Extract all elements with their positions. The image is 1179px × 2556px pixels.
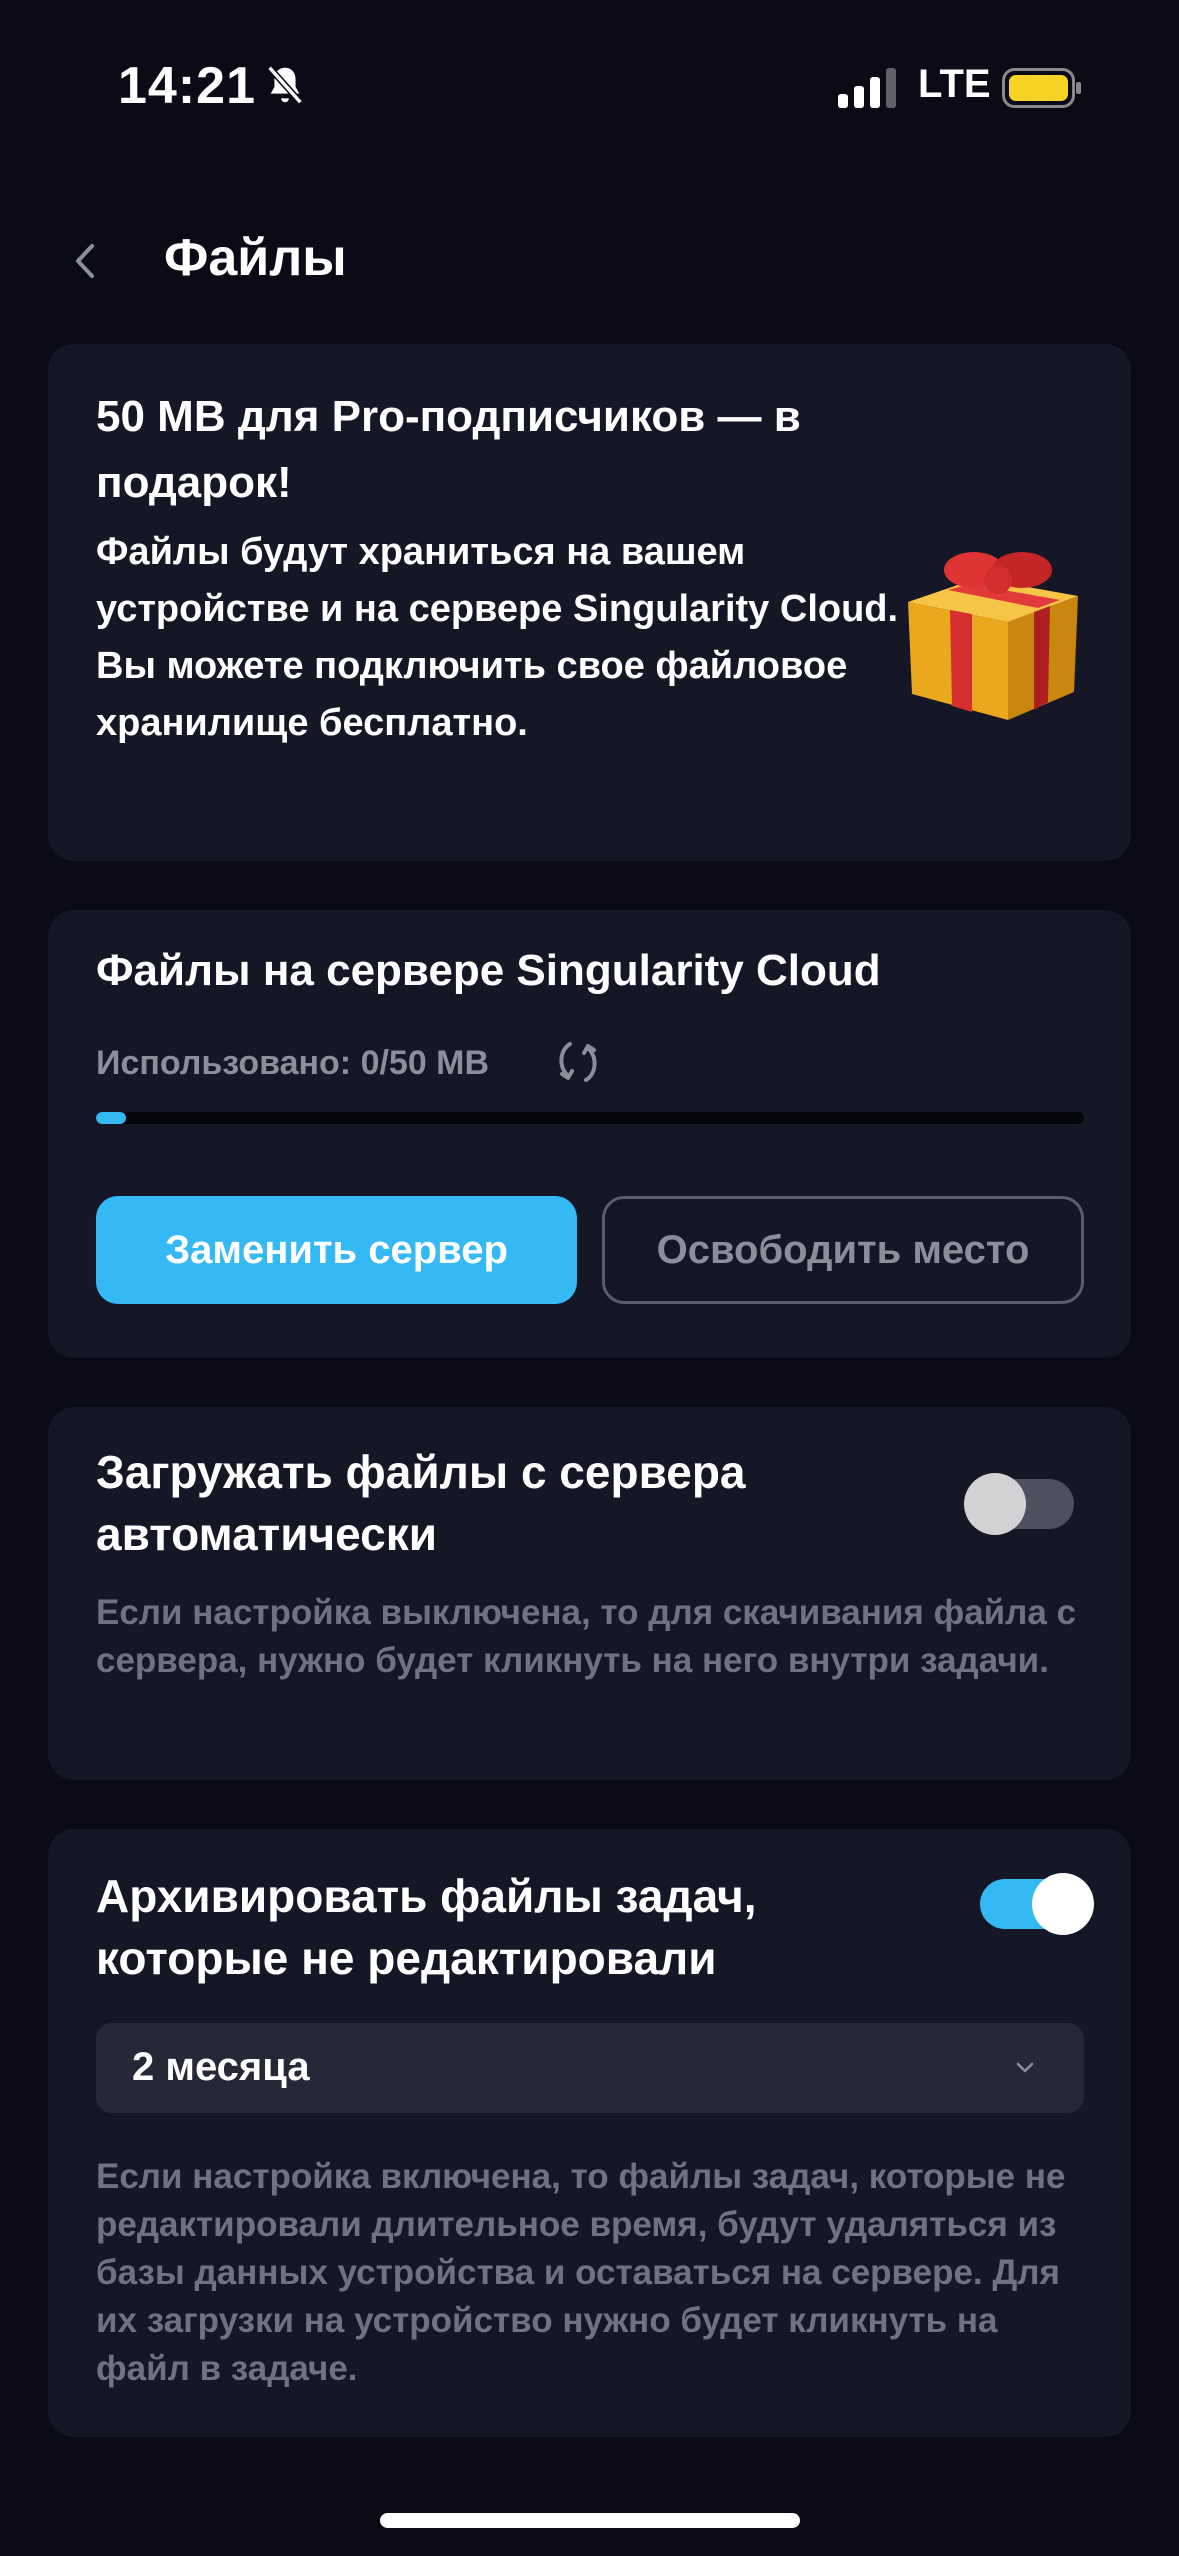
- promo-card: 50 MB для Pro-подписчиков — в подарок! Ф…: [48, 344, 1131, 861]
- chevron-down-icon: [1016, 2062, 1034, 2073]
- status-time: 14:21: [118, 57, 256, 115]
- promo-body-line1: Файлы будут храниться на вашем устройств…: [96, 531, 899, 630]
- usage-label: Использовано: 0/50 MB: [96, 1044, 490, 1082]
- storage-card: Файлы на сервере Singularity Cloud Испол…: [48, 910, 1131, 1358]
- page-title: Файлы: [164, 229, 347, 287]
- promo-heading: 50 MB для Pro-подписчиков — в подарок!: [96, 392, 801, 507]
- archive-period-value: 2 месяца: [132, 2045, 310, 2089]
- archive-heading: Архивировать файлы задач, которые не ред…: [96, 1870, 757, 1984]
- archive-description: Если настройка включена, то файлы задач,…: [96, 2157, 1066, 2388]
- promo-body: Файлы будут храниться на вашем устройств…: [96, 524, 916, 752]
- toggle-knob: [964, 1473, 1026, 1535]
- bell-muted-icon: [267, 65, 303, 105]
- sync-icon[interactable]: [552, 1036, 604, 1088]
- gift-icon: [908, 552, 1078, 720]
- replace-server-button[interactable]: Заменить сервер: [96, 1196, 577, 1304]
- chevron-left-icon[interactable]: [66, 236, 106, 286]
- usage-progress-bar: [96, 1112, 1084, 1124]
- auto-download-description: Если настройка выключена, то для скачива…: [96, 1593, 1077, 1680]
- auto-download-card: Загружать файлы с сервера автоматически …: [48, 1407, 1131, 1780]
- usage-progress-fill: [96, 1112, 126, 1124]
- home-indicator[interactable]: [380, 2513, 800, 2528]
- battery-icon: [1002, 68, 1081, 108]
- auto-download-toggle[interactable]: [964, 1473, 1074, 1535]
- status-bar: 14:21 LTE: [0, 0, 1179, 170]
- storage-heading: Файлы на сервере Singularity Cloud: [96, 946, 881, 995]
- signal-icon: [838, 68, 896, 108]
- archive-toggle[interactable]: [980, 1873, 1094, 1935]
- archive-period-select[interactable]: 2 месяца: [96, 2023, 1084, 2113]
- toggle-knob: [1032, 1873, 1094, 1935]
- free-space-button[interactable]: Освободить место: [602, 1196, 1084, 1304]
- auto-download-heading: Загружать файлы с сервера автоматически: [96, 1446, 746, 1560]
- network-type: LTE: [918, 62, 991, 106]
- archive-card: Архивировать файлы задач, которые не ред…: [48, 1829, 1131, 2437]
- promo-body-line2: Вы можете подключить свое файловое храни…: [96, 645, 848, 744]
